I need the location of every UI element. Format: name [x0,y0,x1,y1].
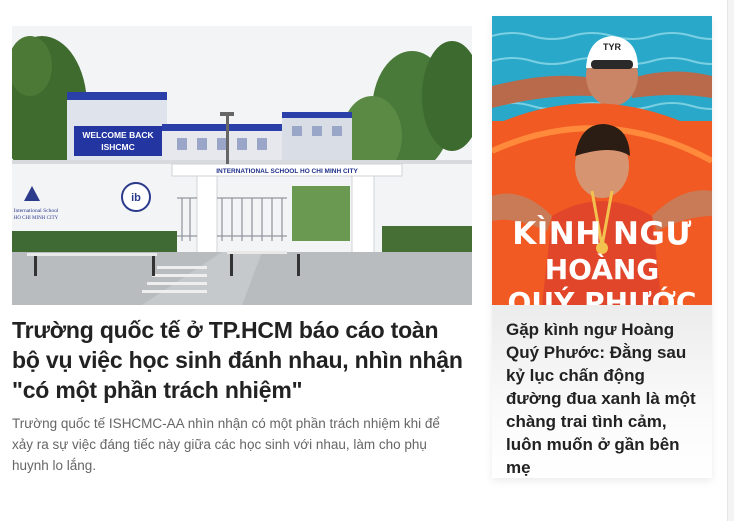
page-scrollbar[interactable] [727,0,734,521]
welcome-banner-line1: WELCOME BACK [82,130,154,140]
photo-overlay-line1: KÌNH NGƯ [512,216,692,252]
wall-logo-line2: HO CHI MINH CITY [14,216,59,221]
photo-overlay-line3: QUÝ PHƯỚC [492,286,712,305]
main-article-headline[interactable]: Trường quốc tế ở TP.HCM báo cáo toàn bộ … [12,315,472,405]
main-article-summary: Trường quốc tế ISHCMC-AA nhìn nhận có mộ… [12,416,440,473]
gate-sign-text: INTERNATIONAL SCHOOL HO CHI MINH CITY [216,168,358,175]
main-article-photo[interactable]: WELCOME BACK ISHCMC INTERNATIONAL SCHOOL… [12,26,472,305]
wall-logo-line1: International School [14,208,59,214]
photo-overlay-word-hoang: HOÀNG [544,253,660,286]
photo-overlay-line2: HOÀNG [492,253,712,286]
main-article-card[interactable]: WELCOME BACK ISHCMC INTERNATIONAL SCHOOL… [12,26,472,476]
side-article-card[interactable]: TYR KÌNH NGƯ HOÀNG QUÝ PHƯỚC Gặp kình ng… [492,16,712,478]
side-article-photo[interactable]: TYR KÌNH NGƯ HOÀNG QUÝ PHƯỚC [492,16,712,305]
cap-brand-text: TYR [603,42,622,52]
welcome-banner-line2: ISHCMC [101,142,135,152]
side-article-text-box: Gặp kình ngư Hoàng Quý Phước: Đằng sau k… [492,305,712,478]
school-gate-illustration: WELCOME BACK ISHCMC INTERNATIONAL SCHOOL… [12,26,472,305]
photo-overlay-word-quy-phuoc: QUÝ PHƯỚC [507,286,697,305]
ib-emblem-text: ib [131,192,141,204]
side-article-headline[interactable]: Gặp kình ngư Hoàng Quý Phước: Đằng sau k… [492,305,712,479]
